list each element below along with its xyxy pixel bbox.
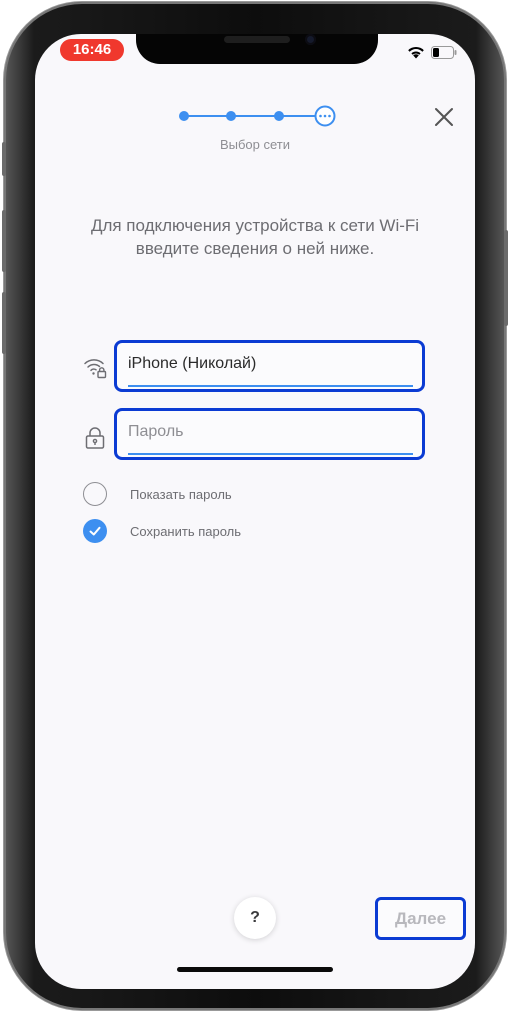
lock-icon (85, 427, 105, 449)
password-field-frame (114, 408, 425, 460)
more-dot (323, 114, 327, 118)
home-indicator[interactable] (177, 967, 333, 972)
network-name-input[interactable] (128, 343, 413, 387)
save-password-label: Сохранить пароль (130, 523, 242, 539)
notch (136, 34, 378, 64)
phone-screen: 16:46 Выбор сети Для подключения устройс… (35, 34, 475, 989)
mute-switch (2, 142, 6, 176)
wifi-lock-icon (84, 359, 107, 379)
close-button[interactable] (433, 106, 455, 128)
step-dot-2 (226, 111, 236, 121)
close-icon (435, 108, 453, 126)
network-name-field-frame (114, 340, 425, 392)
step-dot-1 (179, 111, 189, 121)
volume-up-button (2, 210, 6, 272)
status-icons (407, 44, 457, 60)
save-password-option[interactable]: Сохранить пароль (83, 518, 241, 544)
show-password-checkbox[interactable] (83, 482, 107, 506)
more-dot (319, 114, 322, 118)
instruction-text: Для подключения устройства к сети Wi-Fi … (90, 216, 420, 258)
speaker-grille (224, 36, 290, 43)
next-button[interactable]: Далее (375, 897, 466, 940)
password-input[interactable] (128, 411, 413, 455)
front-camera (305, 34, 316, 45)
power-button (504, 230, 508, 326)
show-password-label: Показать пароль (130, 486, 232, 502)
status-time[interactable]: 16:46 (60, 39, 124, 61)
show-password-option[interactable]: Показать пароль (83, 481, 232, 507)
save-password-checkbox[interactable] (83, 519, 107, 543)
wifi-icon (408, 46, 424, 59)
step-dot-3 (274, 111, 284, 121)
help-button[interactable]: ? (234, 897, 276, 939)
volume-down-button (2, 292, 6, 354)
battery-icon (431, 45, 457, 59)
step-label: Выбор сети (219, 137, 291, 152)
checkmark-icon (89, 526, 101, 536)
step-progress-indicator (179, 105, 336, 127)
more-dot (328, 114, 331, 118)
